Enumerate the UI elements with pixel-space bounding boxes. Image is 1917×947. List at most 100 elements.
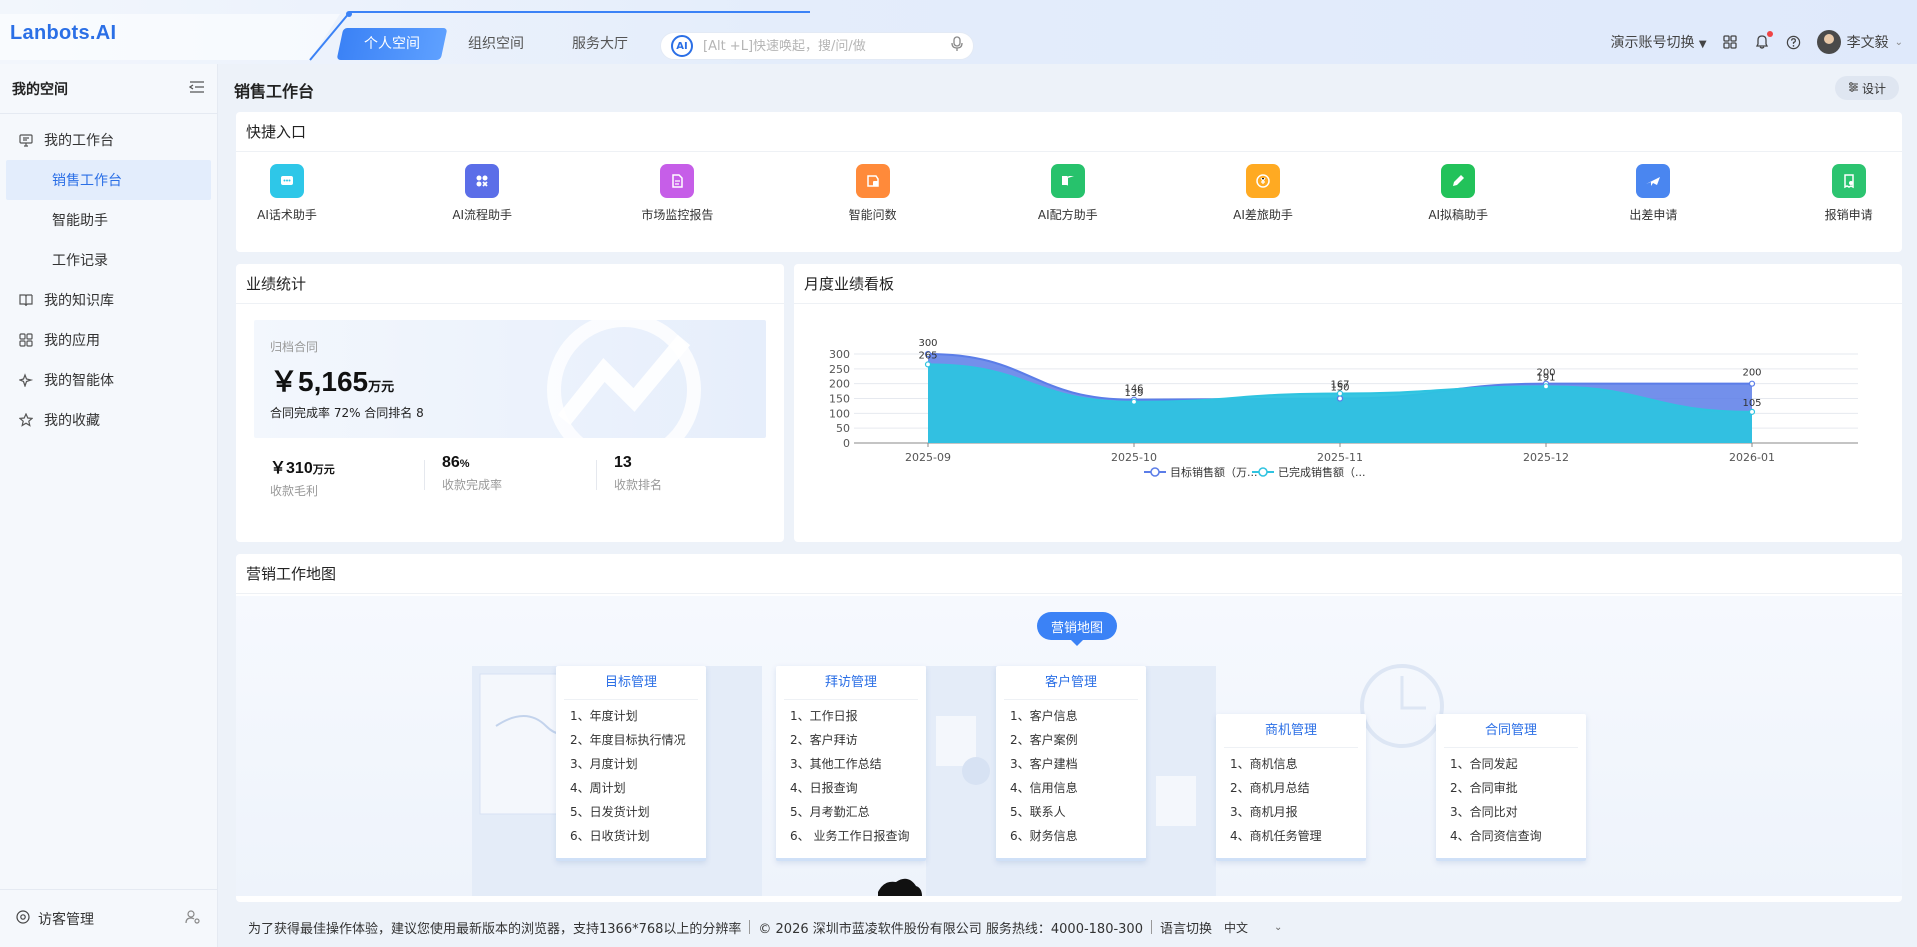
map-card-item[interactable]: 2、合同审批	[1436, 776, 1586, 800]
quick-entry-pencil[interactable]: AI拟稿助手	[1398, 164, 1518, 223]
sidebar-item-smart-assistant[interactable]: 智能助手	[0, 200, 217, 240]
quick-entry-plane[interactable]: 出差申请	[1593, 164, 1713, 223]
user-settings-icon[interactable]	[185, 909, 201, 928]
marketing-map-card: 营销工作地图 营销地图 目标管理 1、年度计划 2、年度目标执行情况 3、月度计划 4、…	[236, 554, 1902, 902]
app-logo[interactable]: Lanbots.AI	[10, 22, 116, 45]
quick-entry-data[interactable]: 智能问数	[813, 164, 933, 223]
microphone-icon[interactable]	[951, 36, 963, 56]
quick-entry-receipt[interactable]: 报销申请	[1789, 164, 1909, 223]
sidebar-item-my-workbench[interactable]: 我的工作台	[0, 120, 217, 160]
map-card-item[interactable]: 2、客户拜访	[776, 728, 926, 752]
performance-title: 业绩统计	[236, 264, 784, 304]
map-card: 合同管理 1、合同发起 2、合同审批 3、合同比对 4、合同资信查询	[1436, 714, 1586, 861]
language-select[interactable]: 中文 ⌄	[1224, 919, 1282, 936]
archive-unit: 万元	[368, 379, 395, 394]
map-card-item[interactable]: 3、其他工作总结	[776, 752, 926, 776]
map-card-title[interactable]: 合同管理	[1444, 714, 1578, 748]
map-card-item[interactable]: 2、年度目标执行情况	[556, 728, 706, 752]
map-card: 拜访管理 1、工作日报 2、客户拜访 3、其他工作总结 4、日报查询 5、月考勤汇总 6、 …	[776, 666, 926, 861]
y-tick-label: 200	[829, 378, 850, 391]
map-card-item[interactable]: 5、日发货计划	[556, 800, 706, 824]
tab-org-space[interactable]: 组织空间	[444, 28, 548, 60]
monthly-performance-title: 月度业绩看板	[794, 264, 1902, 304]
map-card-item[interactable]: 4、商机任务管理	[1216, 824, 1366, 848]
map-card-title[interactable]: 商机管理	[1224, 714, 1358, 748]
bell-icon[interactable]	[1753, 31, 1773, 51]
map-card-title[interactable]: 拜访管理	[784, 666, 918, 700]
ai-search-box[interactable]: AI	[660, 32, 974, 60]
stat-unit: 万元	[312, 464, 335, 476]
quick-entry-book-open[interactable]: AI配方助手	[1008, 164, 1128, 223]
stat-label: 收款毛利	[270, 484, 319, 498]
tab-personal-space[interactable]: 个人空间	[336, 28, 448, 60]
map-card-item[interactable]: 4、周计划	[556, 776, 706, 800]
map-card-title[interactable]: 客户管理	[1004, 666, 1138, 700]
map-card-item[interactable]: 1、商机信息	[1216, 752, 1366, 776]
tab-service-hall[interactable]: 服务大厅	[548, 28, 652, 60]
footer-divider	[1150, 920, 1152, 934]
design-button[interactable]: 设计	[1835, 76, 1899, 100]
map-card-item[interactable]: 6、 业务工作日报查询	[776, 824, 926, 848]
y-tick-label: 50	[836, 422, 850, 435]
sidebar-item-my-agents[interactable]: 我的智能体	[0, 360, 217, 400]
quick-entry-chat[interactable]: AI话术助手	[227, 164, 347, 223]
quick-entry-report[interactable]: 市场监控报告	[617, 164, 737, 223]
marketing-map-title: 营销工作地图	[236, 554, 1902, 594]
help-icon[interactable]	[1785, 33, 1803, 51]
design-label: 设计	[1861, 81, 1886, 96]
map-card-item[interactable]: 6、日收货计划	[556, 824, 706, 848]
collapse-menu-icon[interactable]	[188, 80, 205, 98]
marketing-map-pill[interactable]: 营销地图	[1037, 612, 1117, 640]
map-card-item[interactable]: 1、客户信息	[996, 704, 1146, 728]
sidebar-item-work-records[interactable]: 工作记录	[0, 240, 217, 280]
y-tick-label: 100	[829, 407, 850, 420]
sidebar-item-sales-workbench[interactable]: 销售工作台	[6, 160, 211, 200]
ai-search-input[interactable]	[703, 38, 951, 54]
map-card-item[interactable]: 1、合同发起	[1436, 752, 1586, 776]
grid-icon	[18, 332, 34, 348]
map-card-item[interactable]: 3、月度计划	[556, 752, 706, 776]
map-card-item[interactable]: 4、信用信息	[996, 776, 1146, 800]
quick-entry-flow[interactable]: AI流程助手	[422, 164, 542, 223]
x-tick-label: 2026-01	[1729, 451, 1775, 464]
sidebar-item-my-apps[interactable]: 我的应用	[0, 320, 217, 360]
sidebar-item-favorites[interactable]: 我的收藏	[0, 400, 217, 440]
sidebar-item-knowledge-base[interactable]: 我的知识库	[0, 280, 217, 320]
map-card-item[interactable]: 5、联系人	[996, 800, 1146, 824]
stat-label: 收款完成率	[442, 478, 503, 492]
map-card-item[interactable]: 1、工作日报	[776, 704, 926, 728]
chevron-down-icon: ⌄	[1274, 921, 1283, 933]
apps-grid-icon[interactable]	[1721, 33, 1739, 51]
plane-icon	[1636, 164, 1671, 198]
account-switch-dropdown[interactable]: 演示账号切换 ▼	[1610, 32, 1706, 52]
data-point	[1336, 395, 1344, 402]
pencil-icon	[1441, 164, 1476, 198]
quick-entry-coin[interactable]: AI差旅助手	[1203, 164, 1323, 223]
map-card-item[interactable]: 4、日报查询	[776, 776, 926, 800]
map-card-item[interactable]: 3、客户建档	[996, 752, 1146, 776]
data-point	[1130, 398, 1138, 405]
map-card-item[interactable]: 5、月考勤汇总	[776, 800, 926, 824]
map-card-item[interactable]: 2、商机月总结	[1216, 776, 1366, 800]
map-card-item[interactable]: 6、财务信息	[996, 824, 1146, 848]
quick-entry-label: 报销申请	[1824, 208, 1873, 222]
user-name: 李文毅	[1846, 35, 1889, 51]
main-content: 销售工作台 设计 快捷入口 AI话术助手 AI流程助手 市场监控报告 智能问数 AI配方…	[218, 64, 1917, 947]
tab-label: 个人空间	[364, 36, 420, 52]
monitor-icon	[18, 132, 34, 148]
legend-label: 目标销售额（万...	[1170, 465, 1258, 479]
map-card-item[interactable]: 3、合同比对	[1436, 800, 1586, 824]
map-card-item[interactable]: 3、商机月报	[1216, 800, 1366, 824]
visitor-management[interactable]: 访客管理	[0, 889, 217, 947]
map-card-title[interactable]: 目标管理	[564, 666, 698, 700]
data-label: 139	[1124, 388, 1143, 399]
data-point	[1748, 380, 1756, 387]
user-menu[interactable]: 李文毅 ⌄	[1816, 30, 1903, 54]
sidebar-title: 我的空间	[12, 81, 68, 98]
sparkle-icon	[18, 372, 34, 388]
map-card-item[interactable]: 4、合同资信查询	[1436, 824, 1586, 848]
map-card-item[interactable]: 1、年度计划	[556, 704, 706, 728]
map-card-item[interactable]: 2、客户案例	[996, 728, 1146, 752]
data-point	[924, 361, 932, 368]
top-bar: Lanbots.AI 个人空间 组织空间 服务大厅 AI 演示账号切换 ▼ 李文…	[0, 0, 1917, 64]
